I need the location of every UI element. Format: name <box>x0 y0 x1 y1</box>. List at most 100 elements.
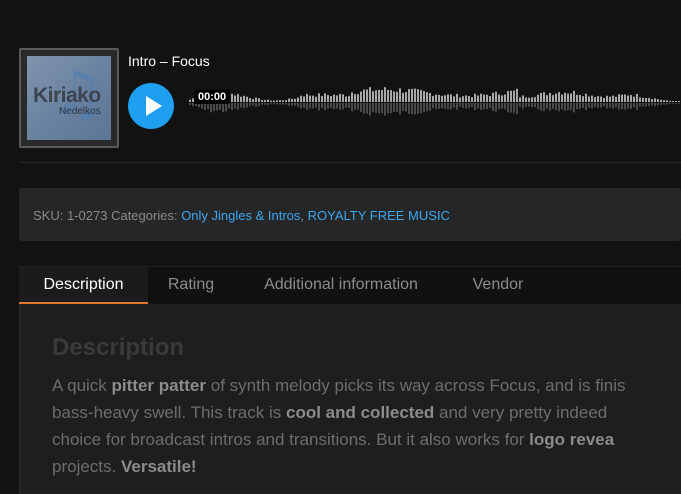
waveform-reflection-bar <box>258 103 260 107</box>
waveform-bar <box>384 87 386 102</box>
waveform-reflection-bar <box>342 103 344 110</box>
waveform-bar <box>378 89 380 102</box>
waveform-reflection-bar <box>405 103 407 112</box>
waveform-reflection-bar <box>336 103 338 109</box>
waveform-bar <box>609 96 611 102</box>
waveform-reflection-bar <box>636 103 638 110</box>
waveform-bar <box>312 95 314 102</box>
waveform-reflection-bar <box>318 103 320 111</box>
waveform-reflection-bar <box>468 103 470 109</box>
tab-description[interactable]: Description <box>19 267 148 305</box>
tab-vendor[interactable]: Vendor <box>448 267 548 303</box>
waveform-bar <box>570 93 572 102</box>
waveform-bar <box>333 94 335 102</box>
waveform-bar <box>357 94 359 102</box>
waveform-reflection-bar <box>657 103 659 106</box>
waveform-bar <box>294 98 296 102</box>
waveform-reflection-bar <box>387 103 389 114</box>
waveform-bar <box>330 96 332 102</box>
waveform-reflection-bar <box>600 103 602 108</box>
waveform-reflection-bar <box>672 103 674 104</box>
waveform-reflection-bar <box>357 103 359 110</box>
track-title: Intro – Focus <box>128 53 210 69</box>
waveform-bar <box>282 100 284 102</box>
waveform-reflection-bar <box>426 103 428 112</box>
waveform-bar <box>324 93 326 102</box>
waveform-bar <box>591 95 593 102</box>
waveform-reflection-bar <box>393 103 395 112</box>
waveform-bar <box>651 99 653 102</box>
waveform-reflection-bar <box>522 103 524 109</box>
waveform-reflection-bar <box>501 103 503 109</box>
waveform-reflection-bar <box>423 103 425 113</box>
waveform-reflection-bar <box>645 103 647 107</box>
waveform-bar <box>573 90 575 102</box>
waveform-reflection-bar <box>495 103 497 112</box>
waveform-bar <box>468 95 470 102</box>
waveform-bar <box>231 93 233 102</box>
waveform-bar <box>561 94 563 102</box>
waveform-bar <box>393 91 395 102</box>
waveform-bar <box>249 98 251 102</box>
waveform-bar <box>420 90 422 102</box>
cover-artist-name: Kiriako <box>33 84 101 107</box>
category-link-jingles[interactable]: Only Jingles & Intros <box>181 208 300 223</box>
waveform-bar <box>429 92 431 102</box>
waveform-bar <box>474 93 476 102</box>
waveform-reflection-bar <box>642 103 644 107</box>
waveform-bar <box>477 95 479 102</box>
sku-value: 1-0273 <box>66 208 108 223</box>
waveform-bar <box>480 93 482 102</box>
waveform-reflection-bar <box>471 103 473 108</box>
tab-rating[interactable]: Rating <box>148 267 234 303</box>
waveform-reflection-bar <box>465 103 467 109</box>
tab-additional-information[interactable]: Additional information <box>234 267 448 303</box>
waveform-reflection-bar <box>279 103 281 105</box>
waveform-bar <box>321 96 323 102</box>
waveform-bar <box>243 95 245 102</box>
waveform-bar <box>618 94 620 102</box>
waveform-reflection-bar <box>651 103 653 106</box>
waveform-reflection-bar <box>294 103 296 106</box>
waveform-bar <box>636 94 638 102</box>
waveform-bar <box>381 90 383 102</box>
waveform-bar <box>351 92 353 102</box>
waveform-bar <box>630 95 632 102</box>
waveform-reflection-bar <box>411 103 413 115</box>
waveform-bar <box>564 92 566 102</box>
waveform-reflection-bar <box>291 103 293 106</box>
waveform-bar <box>549 93 551 102</box>
waveform-bar <box>390 90 392 102</box>
waveform-bar <box>507 91 509 102</box>
waveform-reflection-bar <box>234 103 236 109</box>
waveform-bar <box>345 96 347 102</box>
waveform-reflection-bar <box>282 103 284 105</box>
waveform-bar <box>657 99 659 102</box>
waveform-bar <box>405 92 407 102</box>
waveform-reflection-bar <box>438 103 440 110</box>
waveform-reflection-bar <box>396 103 398 112</box>
waveform-bar <box>447 94 449 102</box>
waveform-bar <box>240 96 242 102</box>
waveform-reflection-bar <box>264 103 266 105</box>
waveform-bar <box>363 89 365 102</box>
waveform-bar <box>663 100 665 102</box>
waveform-seekbar[interactable] <box>189 78 681 130</box>
waveform-reflection-bar <box>675 103 677 104</box>
waveform-bar <box>450 94 452 102</box>
description-run: bass-heavy swell. This track is <box>52 403 286 422</box>
waveform-bar <box>336 95 338 102</box>
waveform-bar <box>399 88 401 102</box>
category-link-royalty-free[interactable]: ROYALTY FREE MUSIC <box>308 208 450 223</box>
play-button[interactable] <box>128 83 174 129</box>
waveform-bar <box>237 94 239 102</box>
waveform-bar <box>525 97 527 102</box>
description-text: A quick pitter patter of synth melody pi… <box>52 372 681 480</box>
waveform-reflection-bar <box>381 103 383 114</box>
waveform-reflection-bar <box>498 103 500 110</box>
waveform-reflection-bar <box>225 103 227 112</box>
description-emphasis: logo revea <box>529 430 615 449</box>
waveform-reflection-bar <box>531 103 533 108</box>
waveform-reflection-bar <box>315 103 317 108</box>
waveform-reflection-bar <box>189 103 191 105</box>
